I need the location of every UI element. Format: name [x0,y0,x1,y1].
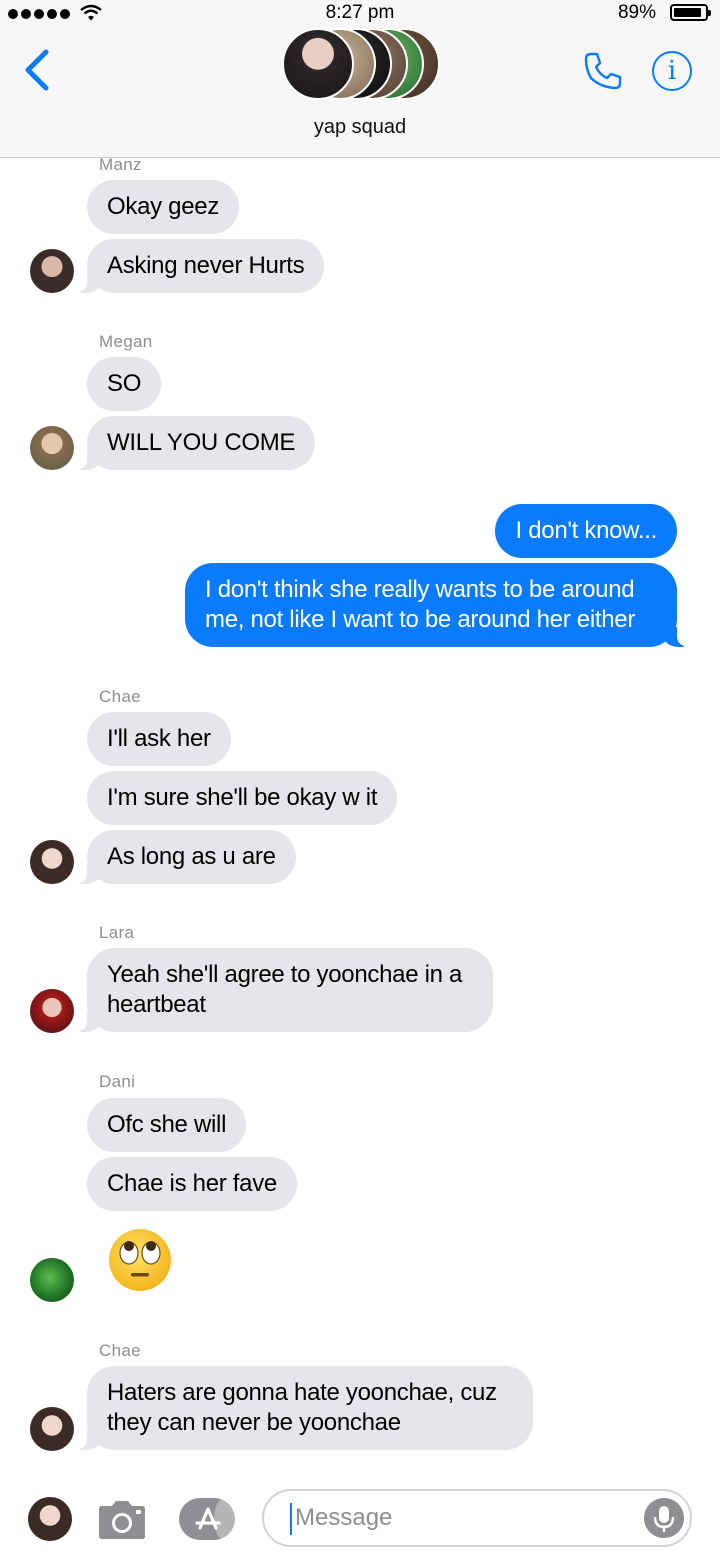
avatar [30,249,74,293]
sender-name: Chae [99,687,141,706]
avatar [30,989,74,1033]
sender-name: Megan [99,332,153,351]
sender-name: Manz [99,155,142,174]
message-placeholder: Message [295,1504,393,1531]
group-member-avatar [282,28,354,100]
avatar [30,1258,74,1302]
status-bar: 8:27 pm 89% [0,0,720,28]
incoming-message[interactable]: Asking never Hurts [60,239,325,293]
avatar [30,840,74,884]
battery-icon [670,4,711,21]
outgoing-message[interactable]: I don't know... [495,504,677,558]
incoming-message[interactable]: Yeah she'll agree to yoonchae in a heart… [61,948,493,1032]
chevron-left-icon[interactable] [22,48,52,92]
incoming-message[interactable]: Haters are gonna hate yoonchae, cuz they… [61,1366,533,1450]
text-cursor [290,1503,292,1535]
sender-name: Lara [99,923,135,942]
incoming-message[interactable]: As long as u are [61,830,296,884]
clock: 8:27 pm [325,2,395,23]
outgoing-message[interactable]: I don't think she really wants to be aro… [185,563,703,647]
avatar [30,426,74,470]
info-icon[interactable]: i [652,51,692,91]
incoming-message[interactable]: Okay geez [87,180,240,234]
conversation-title[interactable]: yap squad [0,116,720,139]
incoming-message[interactable]: WILL YOU COME [60,416,316,470]
sender-name: Dani [99,1072,136,1091]
my-avatar[interactable] [28,1497,72,1541]
incoming-message[interactable]: I'm sure she'll be okay w it [87,771,398,825]
avatar [30,1407,74,1451]
sender-name: Chae [99,1341,141,1360]
incoming-message[interactable]: Chae is her fave [87,1157,297,1211]
camera-icon[interactable] [98,1500,146,1540]
rolling-eyes-emoji-icon[interactable] [106,1226,174,1294]
battery-percent: 89% [617,2,656,23]
app-store-icon[interactable] [178,1497,236,1541]
microphone-icon[interactable] [644,1498,684,1538]
group-avatar-stack[interactable] [282,28,442,104]
conversation-header: 8:27 pm 89% yap squad i [0,0,720,158]
incoming-message[interactable]: Ofc she will [87,1098,247,1152]
incoming-message[interactable]: SO [87,357,162,411]
message-input[interactable]: Message [262,1489,692,1547]
phone-icon[interactable] [582,50,624,92]
incoming-message[interactable]: I'll ask her [87,712,231,766]
